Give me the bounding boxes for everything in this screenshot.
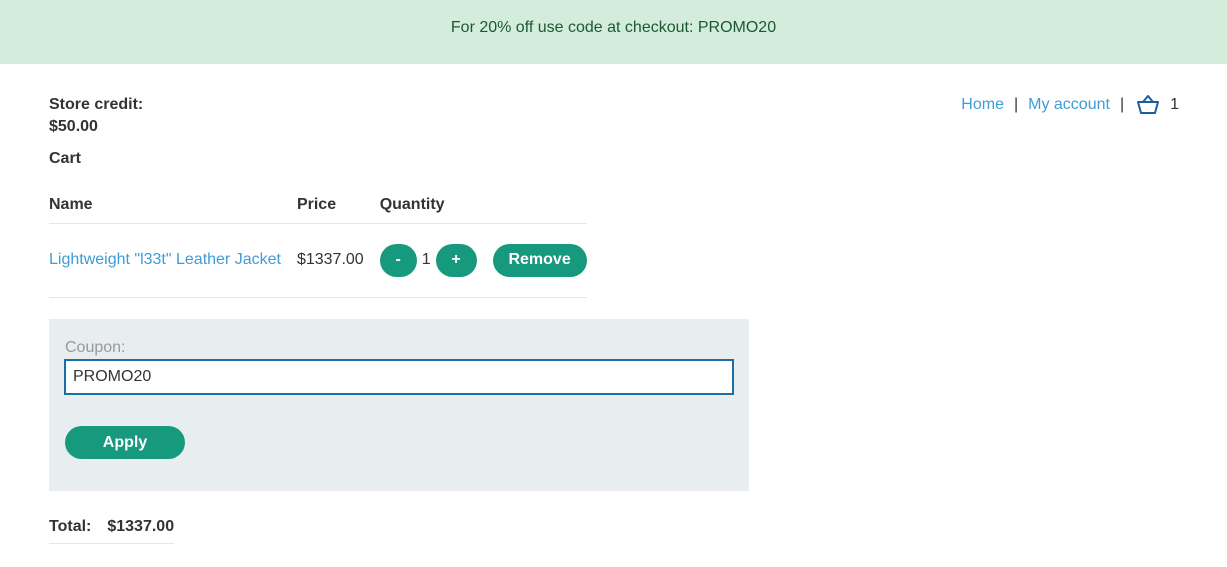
cart-table: Name Price Quantity Lightweight "l33t" L… <box>49 193 587 298</box>
total-label: Total: <box>49 518 92 535</box>
column-header-quantity: Quantity <box>379 193 493 224</box>
column-header-name: Name <box>49 193 297 224</box>
table-header-row: Name Price Quantity <box>49 193 587 224</box>
my-account-link[interactable]: My account <box>1028 96 1110 114</box>
total-row: Total: $1337.00 <box>49 518 175 544</box>
promo-banner: For 20% off use code at checkout: PROMO2… <box>0 0 1227 64</box>
nav-separator: | <box>1119 96 1125 113</box>
coupon-form: Coupon: Apply <box>49 319 749 491</box>
total-value: $1337.00 <box>107 518 175 535</box>
quantity-stepper: - 1 + <box>379 243 477 277</box>
increase-quantity-button[interactable]: + <box>435 243 477 277</box>
product-name-link[interactable]: Lightweight "l33t" Leather Jacket <box>49 251 281 268</box>
column-header-price: Price <box>296 193 380 224</box>
coupon-input[interactable] <box>64 359 734 395</box>
remove-button[interactable]: Remove <box>492 243 587 277</box>
table-row: Lightweight "l33t" Leather Jacket $1337.… <box>49 223 587 298</box>
home-link[interactable]: Home <box>961 96 1004 114</box>
cart-heading: Cart <box>49 150 82 167</box>
nav-separator: | <box>1013 96 1019 113</box>
column-header-actions <box>492 193 587 224</box>
apply-coupon-button[interactable]: Apply <box>65 426 185 459</box>
top-nav: Home | My account | 1 <box>961 94 1179 116</box>
basket-count: 1 <box>1170 96 1179 113</box>
decrease-quantity-button[interactable]: - <box>379 243 417 277</box>
basket-icon[interactable] <box>1136 94 1160 116</box>
store-credit-label: Store credit: <box>49 96 144 113</box>
store-credit-value: $50.00 <box>49 118 98 135</box>
product-price: $1337.00 <box>296 223 380 298</box>
coupon-label: Coupon: <box>65 339 126 356</box>
quantity-value: 1 <box>421 251 431 268</box>
